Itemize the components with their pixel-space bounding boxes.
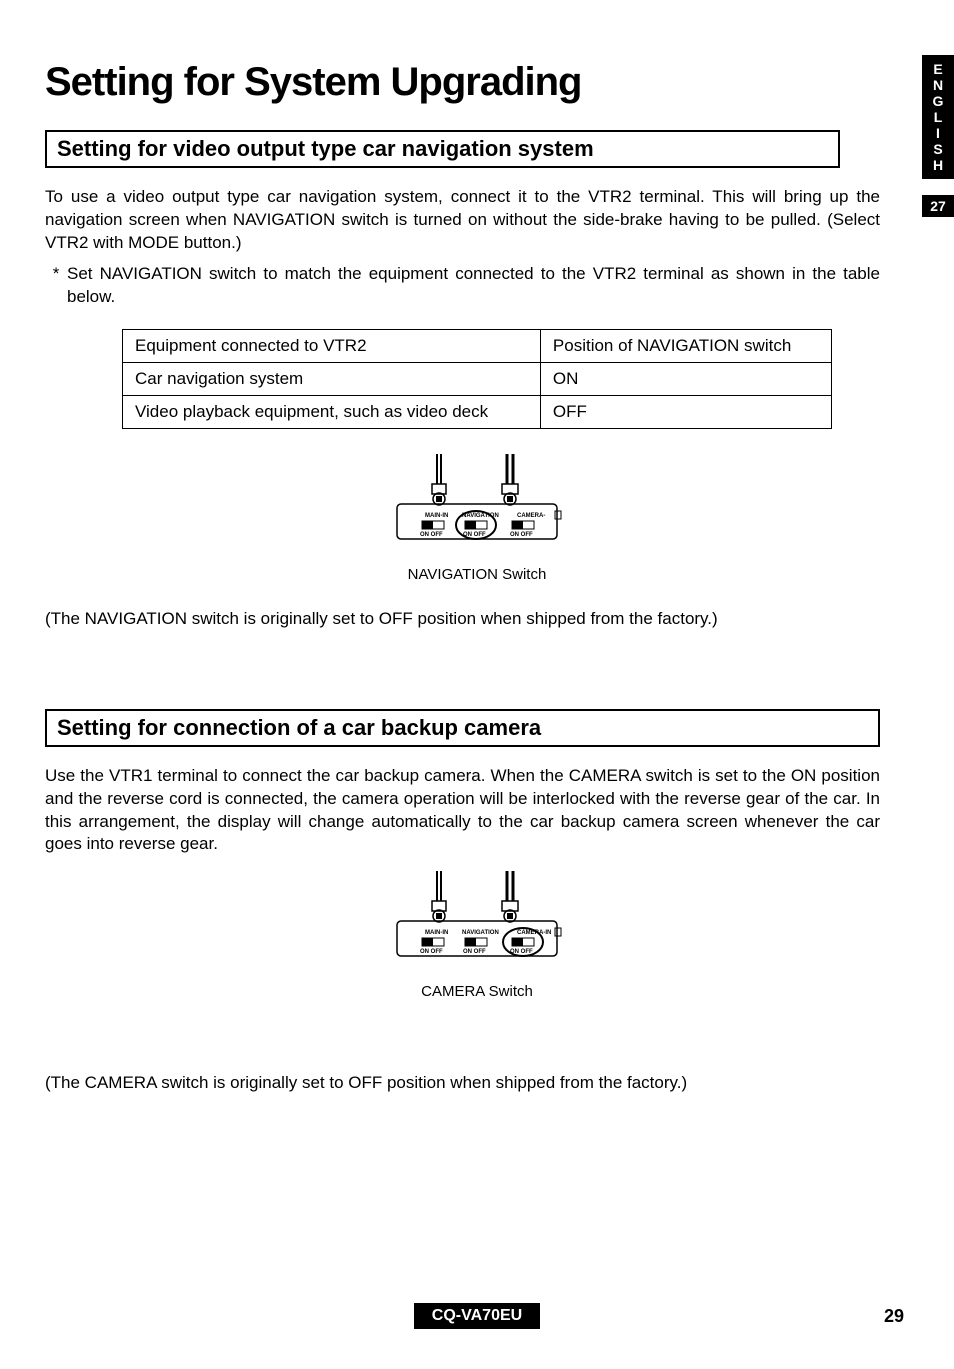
table-row: Video playback equipment, such as video … [123,395,832,428]
table-row: Car navigation system ON [123,362,832,395]
section1-note-text: Set NAVIGATION switch to match the equip… [67,263,880,309]
section2-footnote: (The CAMERA switch is originally set to … [45,1072,880,1095]
language-tab-text: ENGLISH [922,61,954,173]
svg-text:CAMERA-: CAMERA- [517,513,545,519]
table-header-equipment: Equipment connected to VTR2 [123,329,541,362]
svg-text:ON OFF: ON OFF [510,532,533,538]
svg-text:MAIN-IN: MAIN-IN [425,513,448,519]
section2-heading: Setting for connection of a car backup c… [45,709,880,747]
svg-text:MAIN-IN: MAIN-IN [425,930,448,936]
section2-paragraph: Use the VTR1 terminal to connect the car… [45,765,880,857]
section1-paragraph: To use a video output type car navigatio… [45,186,880,255]
navigation-switch-caption: NAVIGATION Switch [45,566,909,583]
svg-text:ON OFF: ON OFF [420,949,443,955]
section1-note: * Set NAVIGATION switch to match the equ… [45,263,880,309]
camera-switch-diagram: MAIN-IN NAVIGATION CAMERA-IN ON OFF ON O… [45,866,909,971]
section1-footnote: (The NAVIGATION switch is originally set… [45,608,880,631]
page-number: 29 [884,1306,904,1327]
model-badge: CQ-VA70EU [414,1303,540,1329]
svg-text:NAVIGATION: NAVIGATION [462,930,499,936]
section1-heading: Setting for video output type car naviga… [45,130,840,168]
navigation-switch-diagram: MAIN-IN NAVIGATION CAMERA- ON OFF ON OFF… [45,449,909,554]
navigation-switch-table: Equipment connected to VTR2 Position of … [122,329,832,429]
table-header-position: Position of NAVIGATION switch [540,329,831,362]
side-page-number: 27 [922,195,954,217]
svg-text:ON OFF: ON OFF [420,532,443,538]
language-tab: ENGLISH [922,55,954,179]
footer: CQ-VA70EU [0,1303,954,1329]
page-title: Setting for System Upgrading [45,60,909,105]
camera-switch-caption: CAMERA Switch [45,983,909,1000]
table-cell: ON [540,362,831,395]
table-cell: OFF [540,395,831,428]
table-cell: Video playback equipment, such as video … [123,395,541,428]
table-cell: Car navigation system [123,362,541,395]
asterisk-icon: * [45,263,67,309]
svg-text:ON OFF: ON OFF [463,949,486,955]
